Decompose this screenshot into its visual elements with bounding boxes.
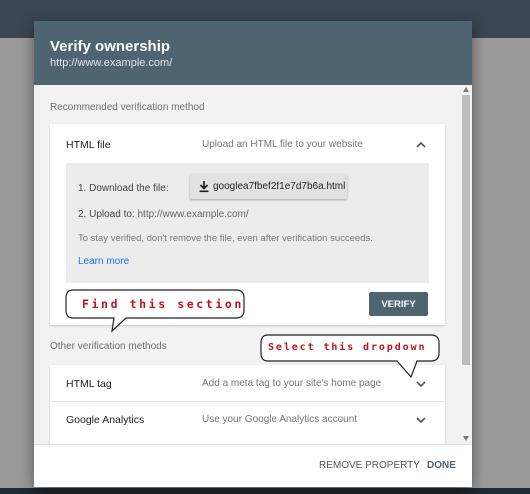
stay-verified-note: To stay verified, don't remove the file,… <box>78 233 373 244</box>
find-section-text: Find this section <box>82 297 244 311</box>
verify-ownership-dialog: Verify ownership http://www.example.com/… <box>34 21 472 487</box>
row-divider <box>50 401 445 402</box>
dialog-title: Verify ownership <box>50 38 171 55</box>
learn-more-link[interactable]: Learn more <box>78 256 129 267</box>
html-file-title[interactable]: HTML file <box>66 139 111 151</box>
scrollbar-thumb[interactable] <box>462 95 470 365</box>
chevron-up-icon[interactable] <box>414 138 428 152</box>
verify-button[interactable]: VERIFY <box>369 292 428 316</box>
done-button[interactable]: DONE <box>427 460 456 471</box>
dialog-scrollbar[interactable] <box>460 85 472 444</box>
find-section-callout: Find this section <box>64 288 246 334</box>
callout-bubble-shape <box>260 334 440 379</box>
download-icon <box>199 181 209 193</box>
step2-label: 2. Upload to: <box>78 209 135 220</box>
step2-url: http://www.example.com/ <box>137 209 249 220</box>
dialog-header: Verify ownership http://www.example.com/ <box>34 21 472 85</box>
scroll-up-arrow-icon[interactable] <box>463 87 469 92</box>
select-dropdown-text: Select this dropdown <box>268 342 427 353</box>
step2-text: 2. Upload to: http://www.example.com/ <box>78 209 249 220</box>
download-file-button[interactable]: googlea7fbef2f1e7d7b6a.html <box>190 174 347 199</box>
html-tag-description: Add a meta tag to your site's home page <box>202 378 382 389</box>
dialog-footer: REMOVE PROPERTY DONE <box>34 444 472 487</box>
remove-property-button[interactable]: REMOVE PROPERTY <box>319 460 420 471</box>
bottom-strip <box>0 488 530 494</box>
dialog-body: Recommended verification method HTML fil… <box>34 85 472 444</box>
callout-bubble-shape <box>65 289 245 333</box>
chevron-down-icon[interactable] <box>414 413 428 427</box>
other-section-label: Other verification methods <box>50 341 167 352</box>
dialog-property-url: http://www.example.com/ <box>50 57 173 69</box>
google-analytics-title: Google Analytics <box>66 414 145 426</box>
scroll-down-arrow-icon[interactable] <box>463 436 469 441</box>
select-dropdown-callout: Select this dropdown <box>259 333 441 379</box>
download-filename: googlea7fbef2f1e7d7b6a.html <box>213 181 346 192</box>
html-file-description: Upload an HTML file to your website <box>202 139 363 150</box>
chevron-down-icon[interactable] <box>414 377 428 391</box>
html-file-instructions: 1. Download the file: googlea7fbef2f1e7d… <box>66 163 429 283</box>
google-analytics-description: Use your Google Analytics account <box>202 414 358 425</box>
step1-label: 1. Download the file: <box>78 183 169 194</box>
html-tag-title: HTML tag <box>66 378 112 390</box>
recommended-section-label: Recommended verification method <box>50 102 205 113</box>
